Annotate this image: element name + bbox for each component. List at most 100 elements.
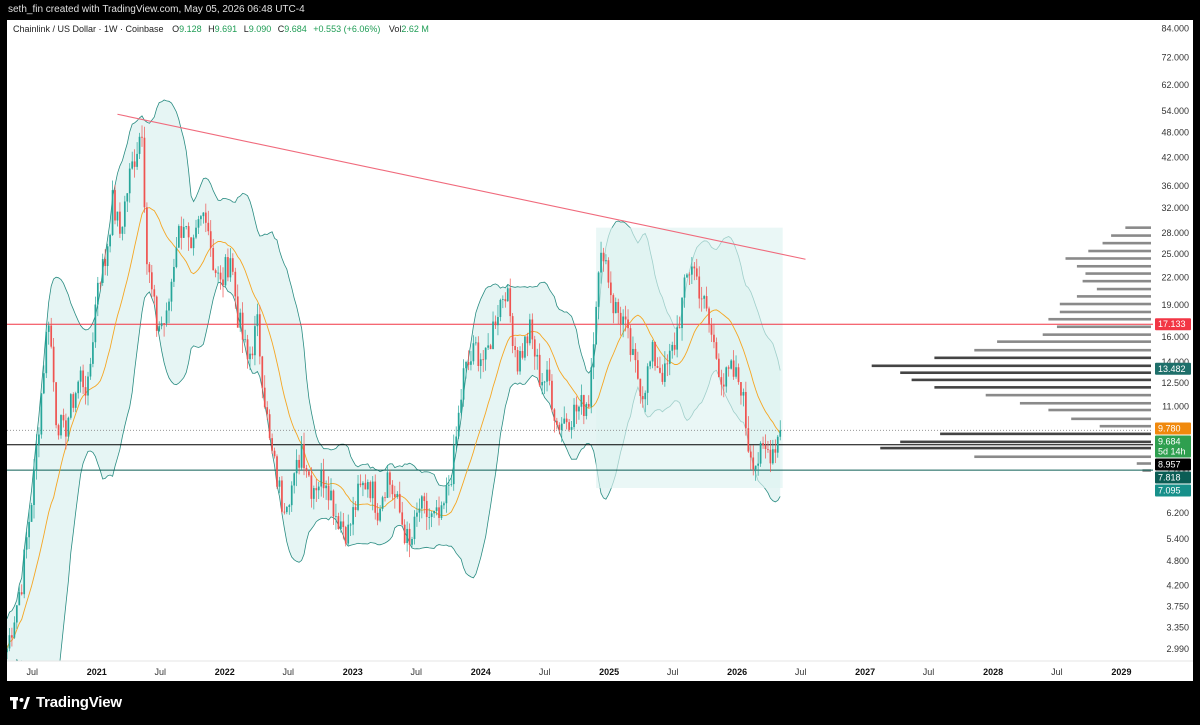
volume-profile-bar xyxy=(900,371,1151,375)
price-chart-svg[interactable]: 84.000 72.000 62.000 54.000 48.000 42.000 36.0… xyxy=(7,20,1193,681)
candle-body xyxy=(531,319,534,340)
candle-body xyxy=(381,497,384,509)
candle-body xyxy=(433,510,435,514)
candle-body xyxy=(519,351,521,372)
candle-body xyxy=(592,344,595,368)
candle-body xyxy=(637,360,639,379)
candle-body xyxy=(443,503,445,506)
candle-body xyxy=(337,516,340,530)
candle-body xyxy=(202,212,205,217)
candle-body xyxy=(11,635,13,638)
candle-body xyxy=(745,391,747,429)
candle-body xyxy=(396,493,399,497)
tradingview-logo[interactable]: TradingView xyxy=(10,694,122,711)
candle-body xyxy=(317,486,320,491)
highlight-range-layer xyxy=(596,227,783,489)
price-badge-label: 9.684 xyxy=(1158,436,1181,446)
candle-body xyxy=(695,268,698,277)
volume-profile-bar xyxy=(1102,241,1151,245)
candle-body xyxy=(730,360,732,369)
candle-body xyxy=(256,314,259,327)
candle-body xyxy=(278,480,281,487)
candle-body xyxy=(742,391,745,396)
candle-body xyxy=(602,252,605,262)
candle-body xyxy=(740,382,742,396)
price-tick-label: 42.000 xyxy=(1161,153,1189,163)
candle-body xyxy=(447,484,450,486)
volume-profile-bar xyxy=(1136,462,1151,465)
candle-body xyxy=(30,505,33,522)
candle-body xyxy=(94,304,97,343)
candle-body xyxy=(435,507,438,511)
candle-body xyxy=(482,359,485,361)
tradingview-logo-text: TradingView xyxy=(36,694,122,711)
candle-body xyxy=(25,537,28,550)
candle-body xyxy=(251,353,254,356)
candle-body xyxy=(514,345,516,351)
candle-body xyxy=(546,369,548,382)
candle-body xyxy=(366,482,369,490)
candle-body xyxy=(42,373,45,394)
candle-body xyxy=(762,443,764,446)
candle-body xyxy=(587,403,590,407)
volume-profile-bar xyxy=(1125,226,1151,229)
candle-body xyxy=(661,372,664,382)
price-tick-label: 2.990 xyxy=(1166,644,1189,654)
candle-body xyxy=(234,271,237,297)
candle-body xyxy=(470,361,472,365)
footer-bar: TradingView xyxy=(0,681,1200,725)
candle-body xyxy=(455,436,458,446)
candle-body xyxy=(236,296,239,328)
candle-body xyxy=(629,328,632,355)
candle-body xyxy=(119,211,121,234)
candle-body xyxy=(249,353,251,360)
price-badge: 8.957 xyxy=(1155,458,1191,471)
price-axis[interactable]: 84.000 72.000 62.000 54.000 48.000 42.000 36.0… xyxy=(1153,20,1193,681)
candle-body xyxy=(541,382,543,386)
candle-body xyxy=(109,235,111,247)
chart-area[interactable]: 84.000 72.000 62.000 54.000 48.000 42.000 36.0… xyxy=(7,20,1193,681)
candle-body xyxy=(703,296,705,299)
candle-body xyxy=(472,343,475,362)
candle-body xyxy=(408,528,411,545)
price-badge: 7.095 xyxy=(1155,484,1191,497)
candle-body xyxy=(700,298,703,300)
candle-body xyxy=(509,288,512,317)
candle-body xyxy=(352,507,354,525)
candle-body xyxy=(50,325,53,347)
highlight-range xyxy=(596,227,783,489)
price-tick-label: 11.000 xyxy=(1162,402,1189,412)
candle-body xyxy=(258,314,261,357)
candle-body xyxy=(612,295,615,314)
candle-body xyxy=(65,420,67,437)
candle-body xyxy=(47,325,50,332)
candle-body xyxy=(654,341,656,367)
price-badge-label: 13.482 xyxy=(1158,364,1186,374)
candle-body xyxy=(55,382,57,426)
price-tick-label: 4.800 xyxy=(1166,556,1189,566)
candle-body xyxy=(403,524,406,544)
price-tick-label: 22.000 xyxy=(1161,273,1189,283)
candle-body xyxy=(376,512,379,521)
candle-body xyxy=(192,237,195,249)
volume-profile-bar xyxy=(1082,279,1151,283)
candle-body xyxy=(180,226,183,238)
candle-body xyxy=(87,376,89,396)
volume-profile-bar xyxy=(997,340,1151,343)
time-axis[interactable]: Jul 2021 Jul 2022 Jul 2023 Jul 2024 Jul 2025 Jul 20… xyxy=(7,660,1193,681)
candle-body xyxy=(450,484,453,485)
candle-body xyxy=(607,260,610,283)
candle-body xyxy=(146,207,148,265)
candle-body xyxy=(266,407,269,415)
candle-body xyxy=(644,392,647,400)
candle-body xyxy=(536,354,539,357)
volume-profile-bar xyxy=(974,455,1151,459)
candle-body xyxy=(263,387,266,408)
candle-body xyxy=(627,319,629,329)
candle-body xyxy=(254,326,256,356)
candle-body xyxy=(111,190,114,236)
candle-body xyxy=(150,272,153,290)
candle-body xyxy=(224,257,227,286)
volume-profile-bar xyxy=(1096,287,1151,291)
volume-profile-bar xyxy=(1059,310,1151,314)
